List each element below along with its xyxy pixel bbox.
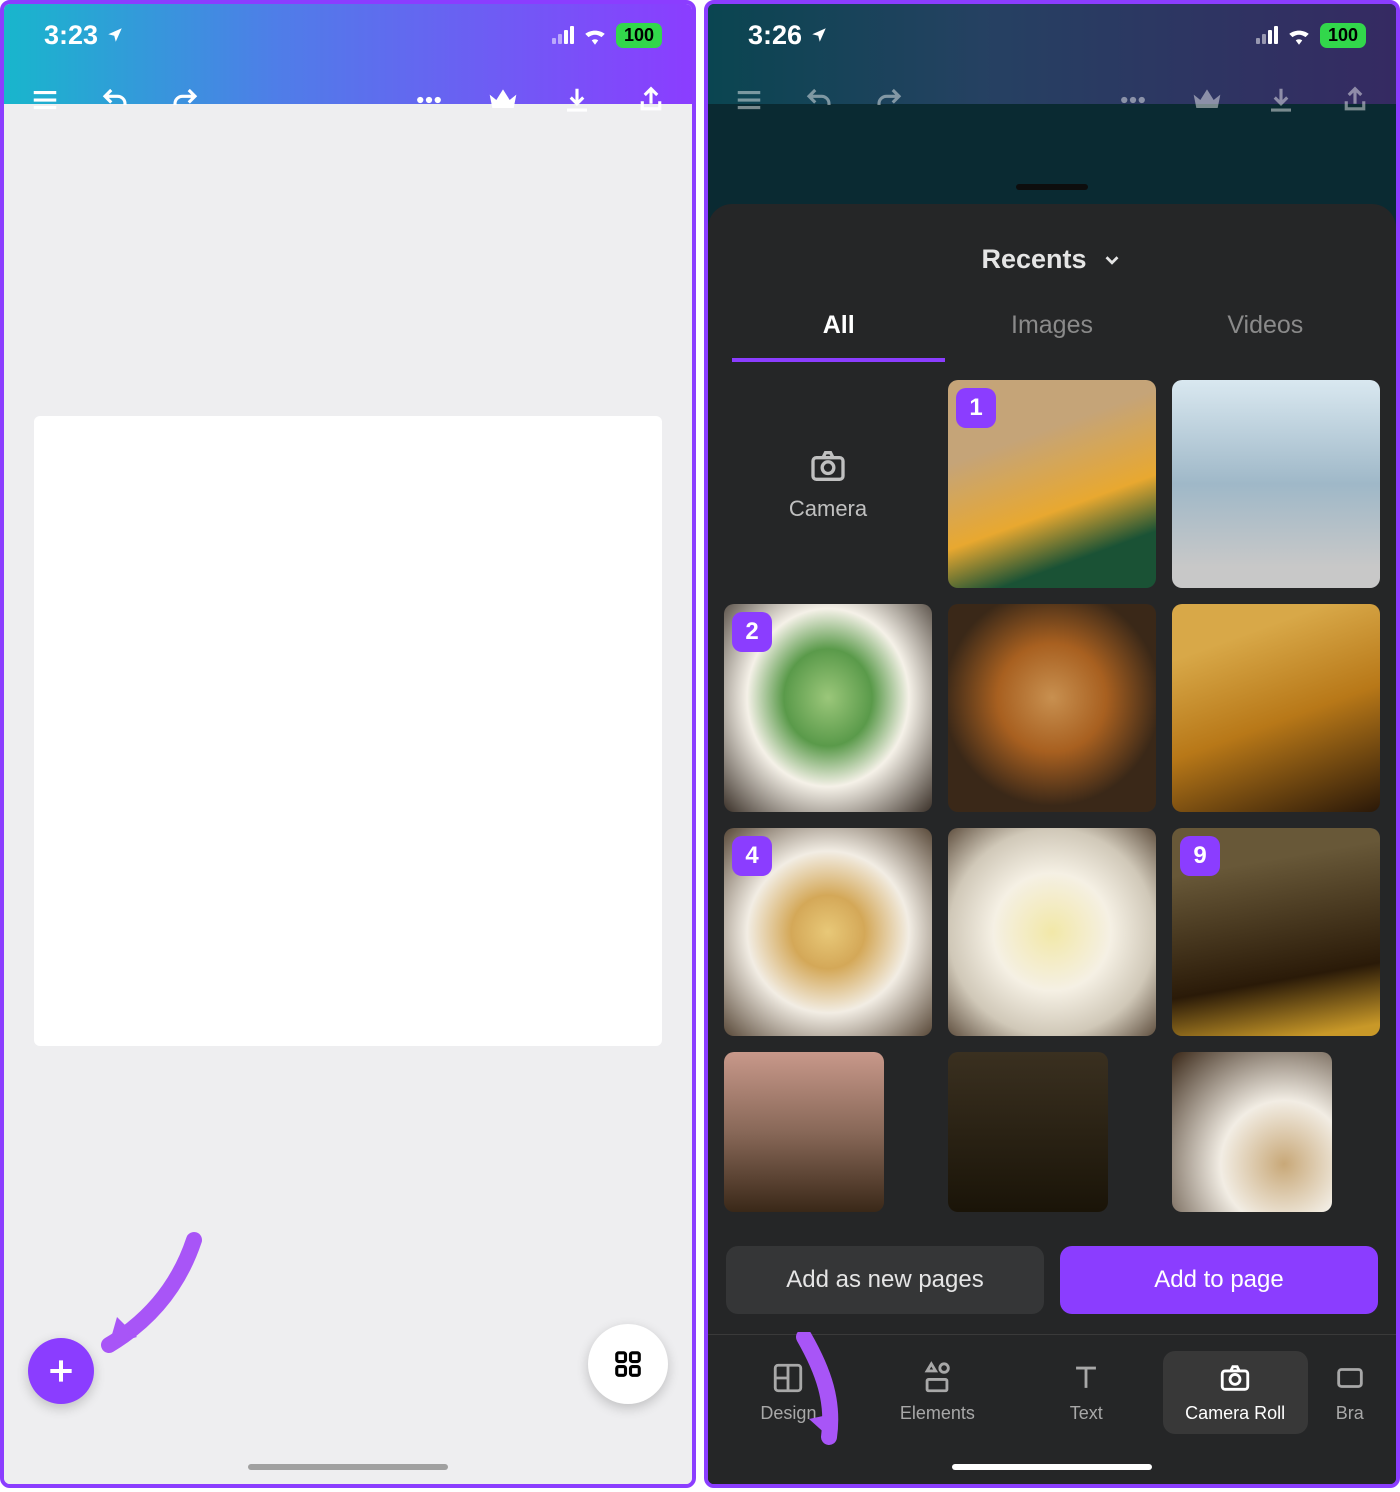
add-page-button[interactable] [28,1338,94,1404]
brand-icon [1333,1361,1367,1395]
shapes-icon [920,1361,954,1395]
camera-icon [808,446,848,486]
photo-tile[interactable] [948,828,1156,1036]
tab-videos[interactable]: Videos [1159,293,1372,362]
source-dropdown[interactable]: Recents [708,204,1396,293]
status-time: 3:26 [748,20,802,51]
battery-badge: 100 [1320,23,1366,48]
crown-icon[interactable] [486,83,520,117]
photo-tile[interactable] [948,1052,1108,1212]
nav-text[interactable]: Text [1014,1351,1159,1434]
battery-badge: 100 [616,23,662,48]
text-icon [1069,1361,1103,1395]
annotation-arrow [784,1332,874,1452]
more-icon[interactable] [412,83,446,117]
photo-tile[interactable]: 1 [948,380,1156,588]
location-icon [810,26,828,44]
status-time: 3:23 [44,20,98,51]
download-icon[interactable] [560,83,594,117]
undo-icon[interactable] [802,83,836,117]
nav-elements[interactable]: Elements [865,1351,1010,1434]
camera-label: Camera [789,496,867,522]
selection-badge: 2 [732,612,772,652]
share-icon[interactable] [1338,83,1372,117]
tab-all[interactable]: All [732,293,945,362]
selection-badge: 9 [1180,836,1220,876]
undo-icon[interactable] [98,83,132,117]
canvas[interactable] [34,416,662,1046]
camera-button[interactable]: Camera [724,380,932,588]
home-indicator [952,1464,1152,1470]
menu-icon[interactable] [28,83,62,117]
photo-tile[interactable] [1172,380,1380,588]
redo-icon[interactable] [168,83,202,117]
wifi-icon [582,25,608,45]
menu-icon[interactable] [732,83,766,117]
selection-badge: 4 [732,836,772,876]
add-to-page-button[interactable]: Add to page [1060,1246,1378,1314]
annotation-arrow [94,1230,204,1360]
redo-icon[interactable] [872,83,906,117]
share-icon[interactable] [634,83,668,117]
nav-camera-roll[interactable]: Camera Roll [1163,1351,1308,1434]
photo-tile[interactable]: 4 [724,828,932,1036]
home-indicator [248,1464,448,1470]
photo-tile[interactable]: 2 [724,604,932,812]
signal-icon [1256,26,1278,44]
add-as-new-pages-button[interactable]: Add as new pages [726,1246,1044,1314]
crown-icon[interactable] [1190,83,1224,117]
photo-tile[interactable] [1172,604,1380,812]
photo-tile[interactable] [948,604,1156,812]
more-icon[interactable] [1116,83,1150,117]
camera-icon [1218,1361,1252,1395]
download-icon[interactable] [1264,83,1298,117]
wifi-icon [1286,25,1312,45]
tab-images[interactable]: Images [945,293,1158,362]
sheet-handle[interactable] [1016,184,1088,190]
location-icon [106,26,124,44]
photo-tile[interactable] [1172,1052,1332,1212]
pages-grid-button[interactable] [588,1324,668,1404]
nav-brand[interactable]: Bra [1312,1351,1388,1434]
photo-tile[interactable] [724,1052,884,1212]
chevron-down-icon [1101,249,1123,271]
photo-tile[interactable]: 9 [1172,828,1380,1036]
sheet-title: Recents [981,244,1086,275]
signal-icon [552,26,574,44]
selection-badge: 1 [956,388,996,428]
